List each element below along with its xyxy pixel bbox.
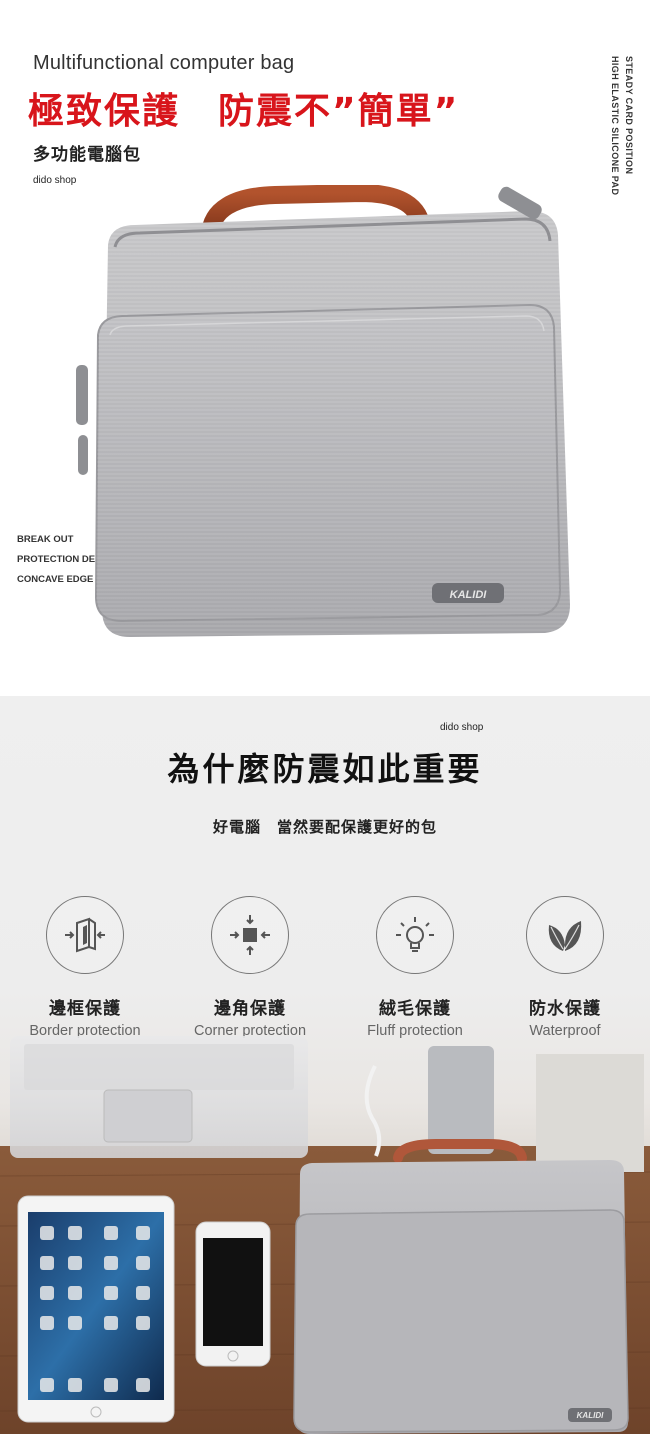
feature-title: 防水保護 (529, 999, 601, 1019)
vertical-caption-card-position: STEADY CARD POSITION (624, 56, 634, 175)
feature-waterproof: 防水保護 Waterproof (490, 896, 640, 1039)
hero-panel: Multifunctional computer bag 極致保護 防震不”簡單… (0, 0, 650, 696)
leaves-icon (548, 921, 582, 951)
feature-border-protection: 邊框保護 Border protection (10, 896, 160, 1039)
feature-icon-circle (46, 896, 124, 974)
english-title: Multifunctional computer bag (33, 52, 295, 74)
feature-corner-protection: 邊角保護 Corner protection (175, 896, 325, 1039)
features-panel: dido shop 為什麼防震如此重要 好電腦 當然要配保護更好的包 邊框保護 … (0, 696, 650, 1434)
feature-title: 絨毛保護 (379, 999, 451, 1019)
bag-logo: KALIDI (450, 589, 488, 601)
feature-title: 邊框保護 (49, 999, 121, 1019)
scene-bag-logo: KALIDI (577, 1411, 604, 1420)
feature-icon-circle (211, 896, 289, 974)
feature-icon-circle (526, 896, 604, 974)
border-protection-icon (65, 917, 105, 953)
feature-title: 邊角保護 (214, 999, 286, 1019)
lightbulb-icon (396, 917, 434, 952)
desk-scene-image: KALIDI (0, 1036, 650, 1434)
section-title: 為什麼防震如此重要 (167, 750, 483, 788)
vertical-caption-silicone-pad: HIGH ELASTIC SILICONE PAD (610, 56, 620, 196)
feature-icon-circle (376, 896, 454, 974)
chinese-subtitle: 多功能電腦包 (33, 145, 141, 165)
laptop-bag-image: KALIDI (76, 185, 570, 637)
chinese-headline: 極致保護 防震不”簡單” (28, 91, 460, 132)
section-subtitle: 好電腦 當然要配保護更好的包 (212, 818, 437, 836)
feature-fluff-protection: 絨毛保護 Fluff protection (340, 896, 490, 1039)
corner-protection-icon (230, 915, 270, 955)
shop-tag: dido shop (440, 722, 484, 733)
